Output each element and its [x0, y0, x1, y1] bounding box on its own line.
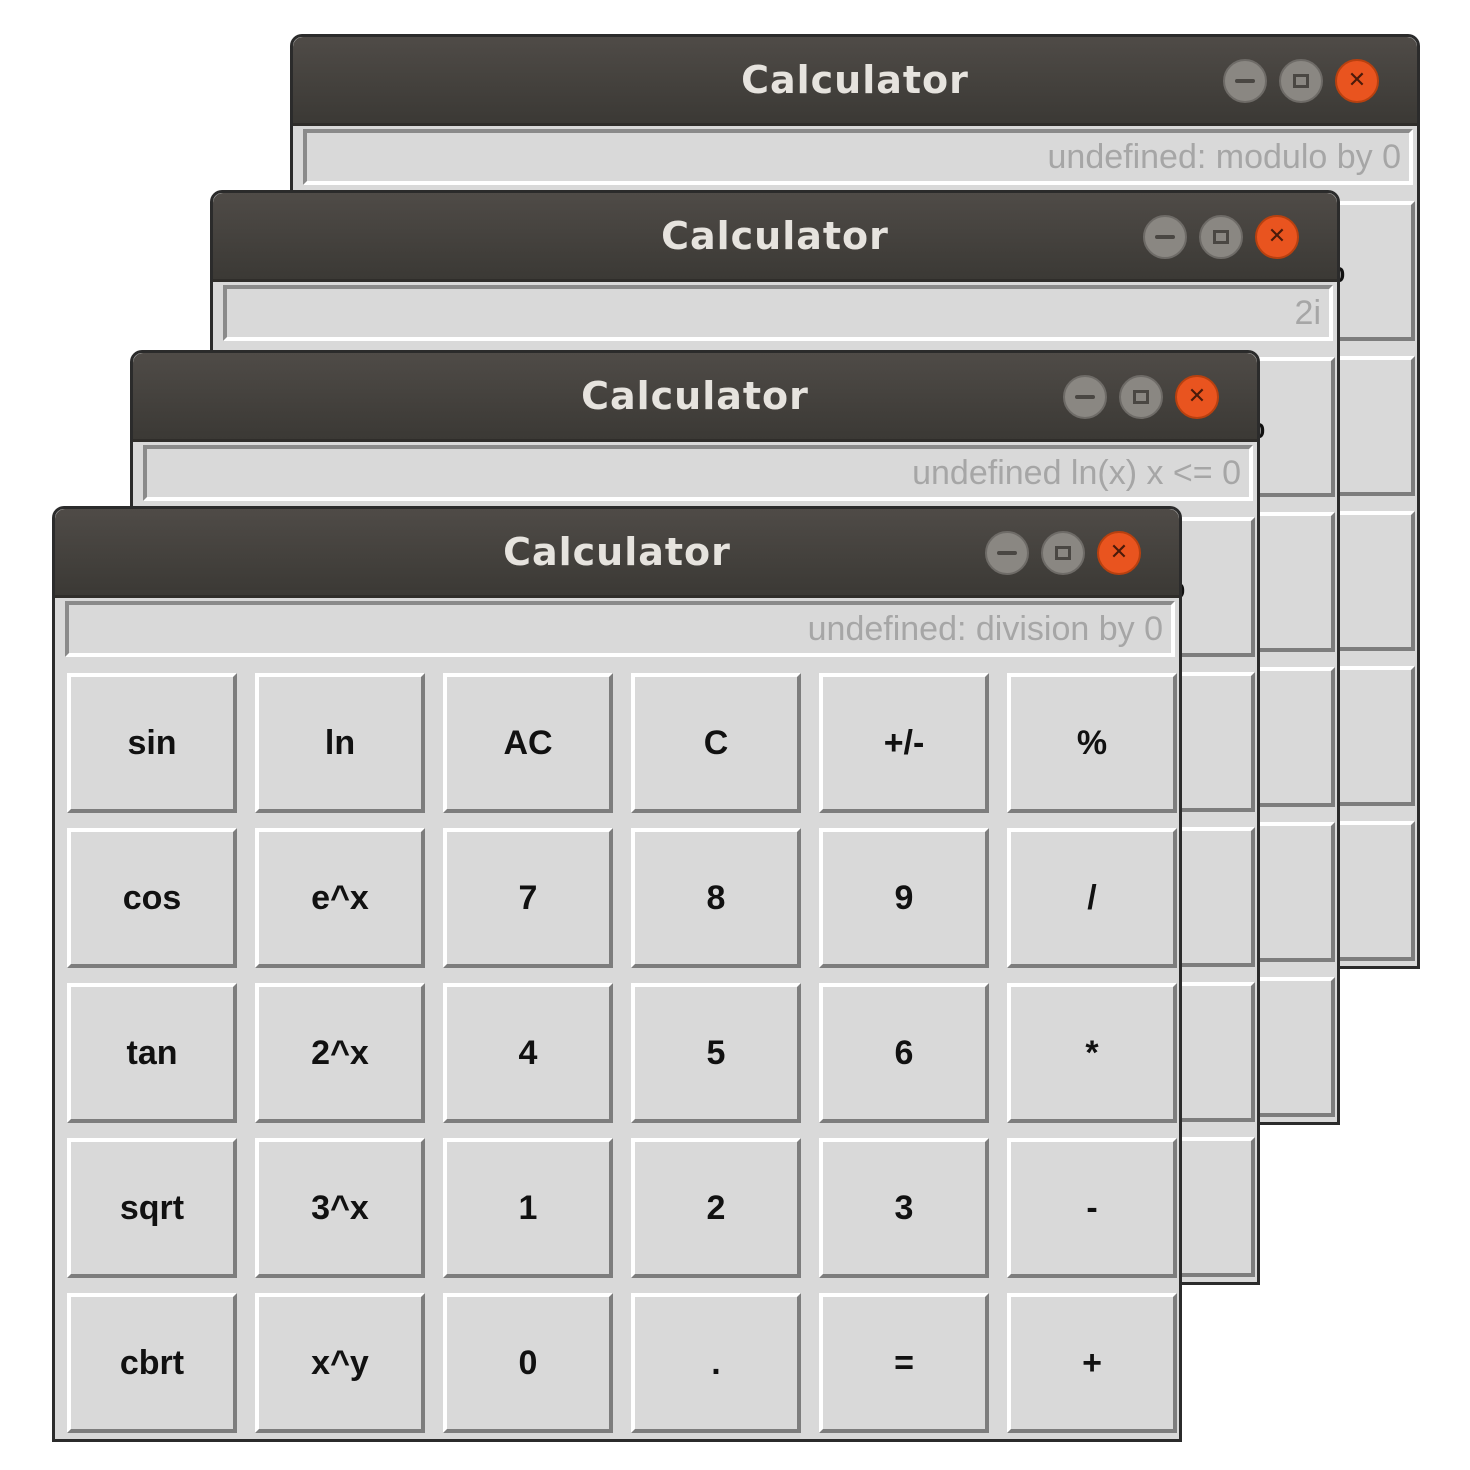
result-display[interactable]: undefined: modulo by 0: [303, 129, 1413, 185]
minimize-icon: [1155, 235, 1175, 239]
digit-1-button[interactable]: 1: [443, 1138, 613, 1278]
divide-button[interactable]: /: [1007, 828, 1177, 968]
ln-button[interactable]: ln: [255, 673, 425, 813]
minimize-button[interactable]: [985, 531, 1029, 575]
digit-0-button[interactable]: 0: [443, 1293, 613, 1433]
all-clear-button[interactable]: AC: [443, 673, 613, 813]
power-button[interactable]: x^y: [255, 1293, 425, 1433]
window-titlebar[interactable]: Calculator ✕: [133, 353, 1257, 442]
digit-5-button[interactable]: 5: [631, 983, 801, 1123]
maximize-button[interactable]: [1199, 215, 1243, 259]
minimize-icon: [997, 551, 1017, 555]
maximize-button[interactable]: [1041, 531, 1085, 575]
digit-6-button[interactable]: 6: [819, 983, 989, 1123]
window-titlebar[interactable]: Calculator ✕: [55, 509, 1179, 598]
result-display[interactable]: undefined: division by 0: [65, 601, 1175, 657]
result-display[interactable]: undefined ln(x) x <= 0: [143, 445, 1253, 501]
maximize-icon: [1055, 546, 1071, 560]
maximize-icon: [1213, 230, 1229, 244]
maximize-button[interactable]: [1119, 375, 1163, 419]
minimize-icon: [1235, 79, 1255, 83]
digit-4-button[interactable]: 4: [443, 983, 613, 1123]
clear-button[interactable]: C: [631, 673, 801, 813]
close-icon: ✕: [1109, 540, 1129, 565]
modulo-button[interactable]: %: [1007, 673, 1177, 813]
add-button[interactable]: +: [1007, 1293, 1177, 1433]
subtract-button[interactable]: -: [1007, 1138, 1177, 1278]
cbrt-button[interactable]: cbrt: [67, 1293, 237, 1433]
sqrt-button[interactable]: sqrt: [67, 1138, 237, 1278]
window-titlebar[interactable]: Calculator ✕: [293, 37, 1417, 126]
sin-button[interactable]: sin: [67, 673, 237, 813]
digit-9-button[interactable]: 9: [819, 828, 989, 968]
negate-button[interactable]: +/-: [819, 673, 989, 813]
minimize-icon: [1075, 395, 1095, 399]
close-button[interactable]: ✕: [1335, 59, 1379, 103]
decimal-button[interactable]: .: [631, 1293, 801, 1433]
result-display[interactable]: 2i: [223, 285, 1333, 341]
digit-8-button[interactable]: 8: [631, 828, 801, 968]
tan-button[interactable]: tan: [67, 983, 237, 1123]
close-button[interactable]: ✕: [1175, 375, 1219, 419]
cos-button[interactable]: cos: [67, 828, 237, 968]
pow2-button[interactable]: 2^x: [255, 983, 425, 1123]
digit-3-button[interactable]: 3: [819, 1138, 989, 1278]
close-icon: ✕: [1187, 384, 1207, 409]
keypad: sinlnACC+/-% cose^x789/ tan2^x456* sqrt3^x1…: [67, 673, 1177, 1433]
multiply-button[interactable]: *: [1007, 983, 1177, 1123]
equals-button[interactable]: =: [819, 1293, 989, 1433]
exp-button[interactable]: e^x: [255, 828, 425, 968]
calculator-window-front[interactable]: Calculator ✕ undefined: division by 0 sin ln…: [52, 506, 1182, 1442]
digit-7-button[interactable]: 7: [443, 828, 613, 968]
minimize-button[interactable]: [1143, 215, 1187, 259]
window-titlebar[interactable]: Calculator ✕: [213, 193, 1337, 282]
minimize-button[interactable]: [1223, 59, 1267, 103]
pow3-button[interactable]: 3^x: [255, 1138, 425, 1278]
close-button[interactable]: ✕: [1255, 215, 1299, 259]
digit-2-button[interactable]: 2: [631, 1138, 801, 1278]
maximize-button[interactable]: [1279, 59, 1323, 103]
maximize-icon: [1133, 390, 1149, 404]
close-icon: ✕: [1267, 224, 1287, 249]
close-button[interactable]: ✕: [1097, 531, 1141, 575]
close-icon: ✕: [1347, 68, 1367, 93]
maximize-icon: [1293, 74, 1309, 88]
minimize-button[interactable]: [1063, 375, 1107, 419]
